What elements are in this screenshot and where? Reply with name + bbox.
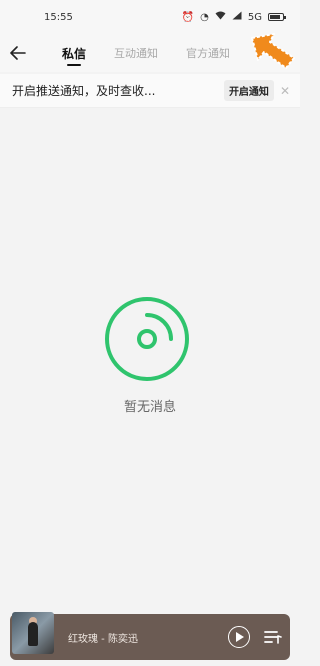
now-playing-title: 红玫瑰 - 陈奕迅 <box>68 633 138 645</box>
push-notice-text: 开启推送通知，及时查收... <box>12 84 156 98</box>
album-cover[interactable] <box>12 612 54 654</box>
empty-disc-icon <box>105 297 189 381</box>
status-time: 15:55 <box>44 11 73 23</box>
pointer-arrow-icon <box>251 33 295 69</box>
mini-player[interactable]: 红玫瑰 - 陈奕迅 <box>10 612 290 660</box>
enable-notifications-button[interactable]: 开启通知 <box>223 80 274 101</box>
network-label: 5G <box>247 11 262 23</box>
push-notice-bar: 开启推送通知，及时查收... 开启通知 ✕ <box>0 74 300 108</box>
back-arrow-icon <box>10 46 26 60</box>
tab-interaction-notices[interactable]: 互动通知 <box>100 34 172 72</box>
dnd-icon: ◔ <box>200 11 209 23</box>
empty-message: 暂无消息 <box>123 400 176 415</box>
alarm-icon: ⏰ <box>181 11 195 23</box>
battery-icon <box>268 13 286 21</box>
play-button[interactable] <box>228 626 250 648</box>
signal-icon <box>232 11 242 23</box>
tab-official-notices[interactable]: 官方通知 <box>172 34 244 72</box>
playlist-icon[interactable] <box>264 628 282 646</box>
back-button[interactable] <box>0 34 36 72</box>
status-icons: ⏰ ◔ 5G <box>181 11 286 23</box>
play-icon <box>236 632 244 642</box>
close-icon[interactable]: ✕ <box>280 84 290 98</box>
wifi-icon <box>215 11 226 23</box>
tab-private-messages[interactable]: 私信 <box>48 34 100 72</box>
